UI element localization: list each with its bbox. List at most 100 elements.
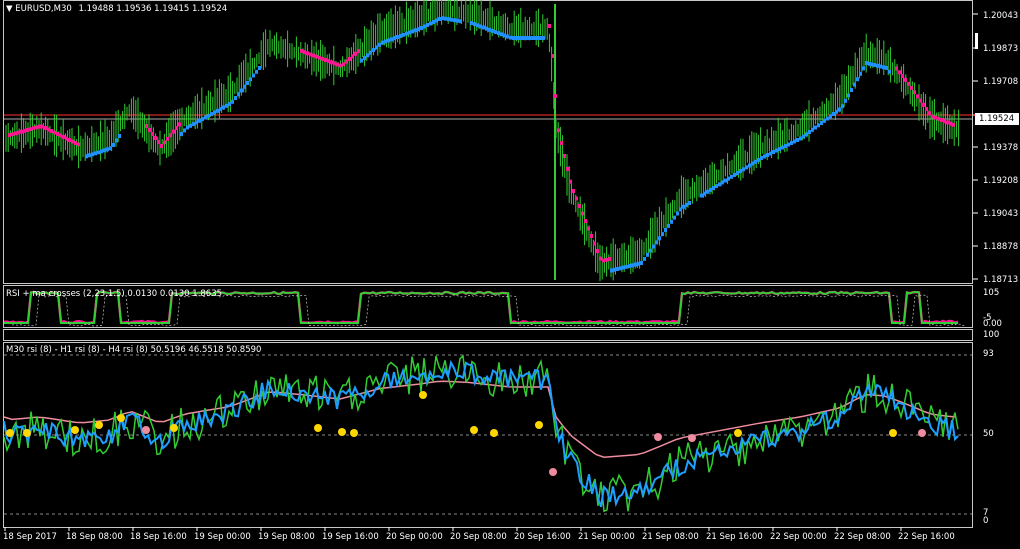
cross-dot (889, 429, 897, 437)
trend-dot (56, 132, 59, 136)
trend-dot (781, 145, 784, 150)
trend-dot (157, 140, 160, 144)
trend-dot (115, 138, 118, 143)
trend-dot (429, 21, 432, 26)
trend-dot (679, 207, 682, 212)
trend-dot (703, 191, 706, 196)
time-label: 21 Sep 16:00 (706, 532, 763, 542)
trend-dot (925, 107, 928, 111)
trend-dot (459, 19, 462, 24)
trend-dot (348, 57, 351, 61)
trend-dot (790, 141, 793, 145)
trend-dot (354, 51, 357, 56)
trend-dot (922, 102, 925, 107)
time-label: 19 Sep 08:00 (258, 532, 315, 542)
trend-dot (210, 112, 213, 117)
trend-dot (186, 125, 189, 130)
trend-dot (405, 31, 408, 36)
trend-dot (500, 32, 503, 37)
trend-dot (841, 104, 844, 109)
trend-dot (180, 132, 183, 136)
trend-dot (554, 94, 557, 98)
trend-dot (557, 128, 560, 133)
trend-dot (163, 140, 166, 145)
trend-dot (859, 71, 862, 76)
trend-dot (952, 122, 955, 127)
trend-dot (853, 82, 856, 87)
trend-dot (390, 37, 393, 42)
trend-dot (207, 113, 210, 118)
trend-dot (324, 58, 327, 62)
trend-dot (730, 174, 733, 179)
trend-dot (560, 141, 563, 146)
trend-dot (916, 94, 919, 99)
trend-dot (112, 143, 115, 147)
trend-dot (47, 127, 50, 132)
trend-dot (712, 186, 715, 190)
trend-dot (829, 114, 832, 119)
trend-dot (527, 36, 530, 40)
trend-dot (216, 108, 219, 113)
trend-dot (14, 131, 17, 136)
trend-dot (195, 120, 198, 125)
cross-dot (95, 421, 103, 429)
trend-dot (432, 20, 435, 24)
price-tick: 1.19873 (983, 44, 1019, 54)
trend-dot (300, 49, 303, 53)
trend-dot (584, 219, 587, 223)
trend-dot (625, 264, 628, 269)
trend-dot (904, 77, 907, 82)
trend-dot (435, 18, 438, 23)
trend-dot (685, 202, 688, 207)
price-tick: 1.18878 (983, 242, 1019, 252)
mtf-tick: 93 (983, 349, 994, 359)
trend-dot (109, 146, 112, 151)
trend-dot (357, 49, 360, 54)
trend-dot (649, 248, 652, 253)
trend-dot (509, 35, 512, 40)
trend-dot (521, 36, 524, 40)
trend-dot (479, 24, 482, 29)
trend-dot (35, 125, 38, 130)
trend-dot (566, 166, 569, 171)
trend-dot (563, 154, 566, 158)
trend-dot (41, 124, 44, 129)
trend-dot (593, 241, 596, 246)
trend-dot (820, 121, 823, 125)
time-label: 22 Sep 00:00 (770, 532, 827, 542)
trend-dot (640, 261, 643, 265)
trend-dot (444, 16, 447, 21)
scroll-marker (975, 33, 978, 49)
trend-dot (772, 150, 775, 154)
trend-dot (937, 116, 940, 121)
trend-dot (876, 63, 879, 68)
cross-dot (117, 414, 125, 422)
trend-dot (637, 261, 640, 266)
cross-dot (490, 429, 498, 437)
trend-dot (312, 53, 315, 58)
rsi-tick: 0.00 (983, 319, 1002, 329)
trend-dot (802, 134, 805, 139)
collapse-triangle-icon[interactable]: ▼ (6, 4, 13, 14)
trend-dot (333, 61, 336, 66)
trend-dot (742, 167, 745, 172)
trend-dot (183, 128, 186, 133)
time-label: 21 Sep 00:00 (578, 532, 635, 542)
trend-dot (252, 73, 255, 78)
trend-dot (602, 258, 605, 263)
trend-dot (59, 133, 62, 138)
trend-dot (533, 36, 536, 40)
trend-dot (497, 31, 500, 36)
trend-dot (928, 111, 931, 116)
trend-dot (506, 34, 509, 39)
trend-dot (885, 66, 888, 70)
trend-dot (11, 132, 14, 137)
trend-dot (940, 118, 943, 122)
ohlc-quote: 1.19488 1.19536 1.19415 1.19524 (78, 4, 228, 14)
trend-dot (814, 125, 817, 130)
trend-dot (74, 141, 77, 145)
price-tick: 1.19043 (983, 209, 1019, 219)
trend-dot (441, 16, 444, 21)
trend-dot (414, 28, 417, 33)
trend-dot (512, 36, 515, 40)
